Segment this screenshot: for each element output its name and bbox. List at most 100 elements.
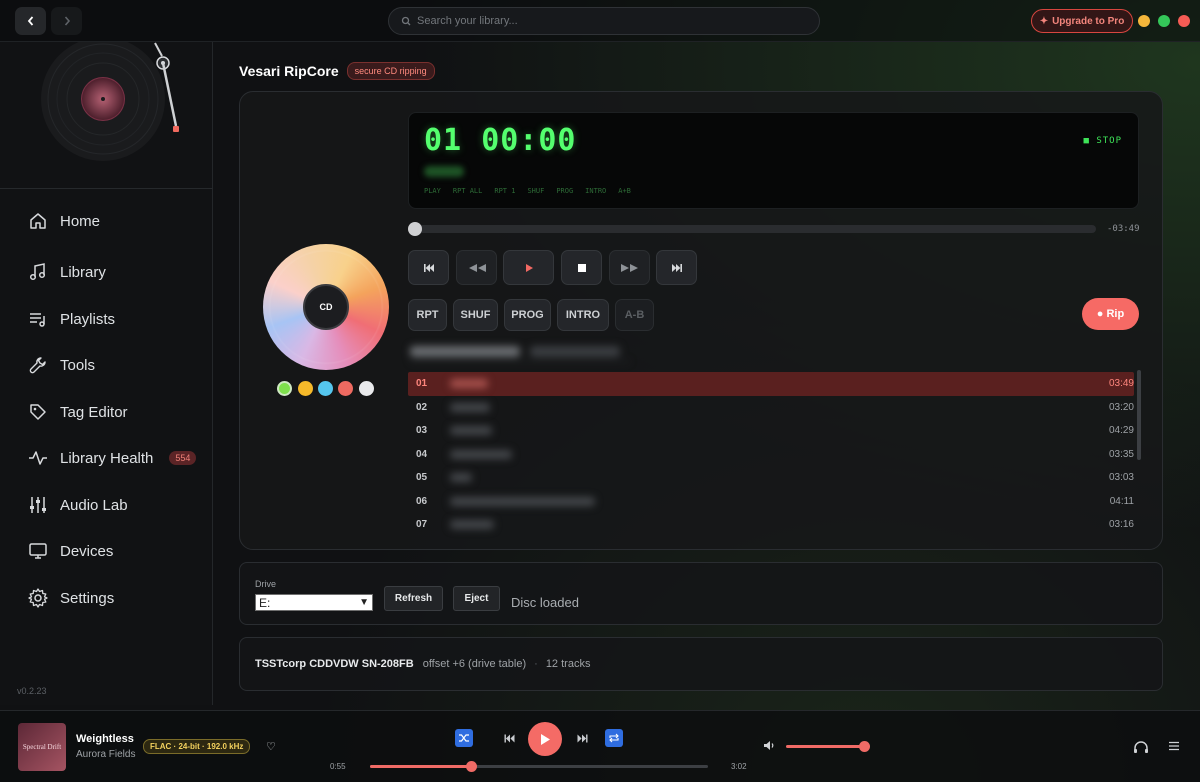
page-title: Vesari RipCore [239,63,339,79]
track-row[interactable]: 04 03:35 [408,443,1134,467]
shuffle-mode-button[interactable]: SHUF [453,299,498,331]
track-row[interactable]: 05 03:03 [408,466,1134,490]
headphones-icon[interactable] [1133,740,1149,757]
lcd-time: 01 00:00 [424,123,577,158]
sidebar-item-label: Settings [60,589,115,607]
previous-button[interactable] [500,729,518,747]
a-b-repeat-button[interactable]: A-B [615,299,654,331]
sidebar-item-tools[interactable]: Tools [28,351,95,379]
search-placeholder[interactable]: Search your library... [417,15,518,27]
track-row[interactable]: 02 03:20 [408,396,1134,420]
rip-button[interactable]: ● Rip [1082,298,1139,330]
next-track-button[interactable] [656,250,697,285]
sidebar-item-devices[interactable]: Devices [28,537,113,565]
repeat-button[interactable] [605,729,623,747]
track-row[interactable]: 07 03:16 [408,513,1134,537]
track-title-blurred [450,449,512,459]
chevron-down-icon: ▼ [359,597,369,608]
track-duration: 04:11 [1109,495,1134,507]
track-title-blurred [450,379,488,389]
track-duration: 03:20 [1108,401,1134,413]
sidebar-item-playlists[interactable]: Playlists [28,305,115,333]
heart-icon[interactable]: ♡ [266,740,276,753]
sidebar-item-label: Tools [60,356,96,374]
sidebar-item-home[interactable]: Home [28,207,100,235]
sidebar-item-settings[interactable]: Settings [28,584,114,612]
intro-mode-button[interactable]: INTRO [557,299,609,331]
volume-icon[interactable] [763,740,776,754]
theme-swatch-green[interactable] [277,381,292,396]
theme-swatch-orange[interactable] [298,381,313,396]
seek-handle[interactable] [408,222,422,236]
disc-status: Disc loaded [511,595,579,610]
fast-forward-button[interactable] [609,250,650,285]
back-button[interactable] [15,7,46,35]
lcd-mode-indicators: PLAY RPT ALL RPT 1 SHUF PROG INTRO A+B [424,187,631,195]
chevron-left-icon [27,16,33,26]
track-duration: 03:16 [1108,519,1134,531]
sidebar-item-label: Devices [60,542,114,560]
song-title[interactable]: Weightless [76,733,134,745]
lcd-track-title-blurred [424,166,464,177]
play-button[interactable] [503,250,554,285]
sidebar-item-library-health[interactable]: Library Health 554 [28,444,197,472]
stop-button[interactable] [561,250,602,285]
artist-name[interactable]: Aurora Fields [76,749,135,760]
track-number: 07 [416,519,428,531]
refresh-button[interactable]: Refresh [384,586,443,611]
remaining-time: -03:49 [1107,224,1140,234]
track-title-blurred [450,520,494,530]
feature-badge: secure CD ripping [346,62,435,80]
playback-progress[interactable] [370,761,708,772]
theme-swatch-red[interactable] [338,381,353,396]
track-number: 06 [416,495,428,507]
previous-track-button[interactable] [408,250,449,285]
track-duration: 04:29 [1108,425,1134,437]
close-button[interactable] [1178,15,1190,27]
album-art[interactable]: Spectral Drift [18,723,66,771]
play-pause-button[interactable] [528,722,562,756]
track-row[interactable]: 06 04:11 [408,490,1134,514]
sidebar-item-tag-editor[interactable]: Tag Editor [28,398,128,426]
lcd-mode: RPT ALL [452,187,483,195]
sidebar-item-audio-lab[interactable]: Audio Lab [28,491,128,519]
eject-button[interactable]: Eject [453,586,500,611]
turntable-graphic [0,37,213,189]
drive-info-panel: TSSTcorp CDDVDW SN-208FB offset +6 (driv… [239,637,1163,691]
track-row[interactable]: 01 03:49 [408,372,1134,396]
maximize-button[interactable] [1158,15,1170,27]
drive-select[interactable]: E: ▼ [255,594,373,611]
theme-swatch-blue[interactable] [318,381,333,396]
repeat-mode-button[interactable]: RPT [408,299,447,331]
progress-handle[interactable] [466,761,478,772]
shuffle-button[interactable] [455,729,473,747]
drive-selector-panel: Drive E: ▼ Refresh Eject Disc loaded [239,562,1163,625]
queue-menu-icon[interactable] [1168,740,1180,754]
volume-handle[interactable] [859,741,870,752]
page-header: Vesari RipCore secure CD ripping [239,62,435,80]
track-list-scrollbar[interactable] [1137,370,1141,460]
track-row[interactable]: 03 04:29 [408,419,1134,443]
track-title-blurred [450,496,595,506]
seek-slider[interactable] [408,222,1096,236]
forward-button[interactable] [51,7,82,35]
rewind-button[interactable] [456,250,497,285]
program-mode-button[interactable]: PROG [504,299,551,331]
volume-slider[interactable] [786,745,864,748]
track-number: 01 [416,378,428,390]
issue-count-badge: 554 [169,451,197,465]
theme-swatch-white[interactable] [359,381,374,396]
cd-center-label: CD [303,284,349,330]
track-number: 02 [416,401,428,413]
sidebar-item-library[interactable]: Library [28,258,106,286]
lcd-mode: RPT 1 [494,187,516,195]
search-bar[interactable]: Search your library... [388,7,820,35]
next-button[interactable] [573,729,591,747]
lcd-track-number: 01 [424,123,463,158]
minimize-button[interactable] [1138,15,1150,27]
upgrade-button[interactable]: ✦ Upgrade to Pro [1031,9,1133,33]
chevron-right-icon [64,16,70,26]
skip-back-icon [423,263,434,272]
skip-forward-icon [577,734,587,742]
rewind-icon [468,263,486,272]
